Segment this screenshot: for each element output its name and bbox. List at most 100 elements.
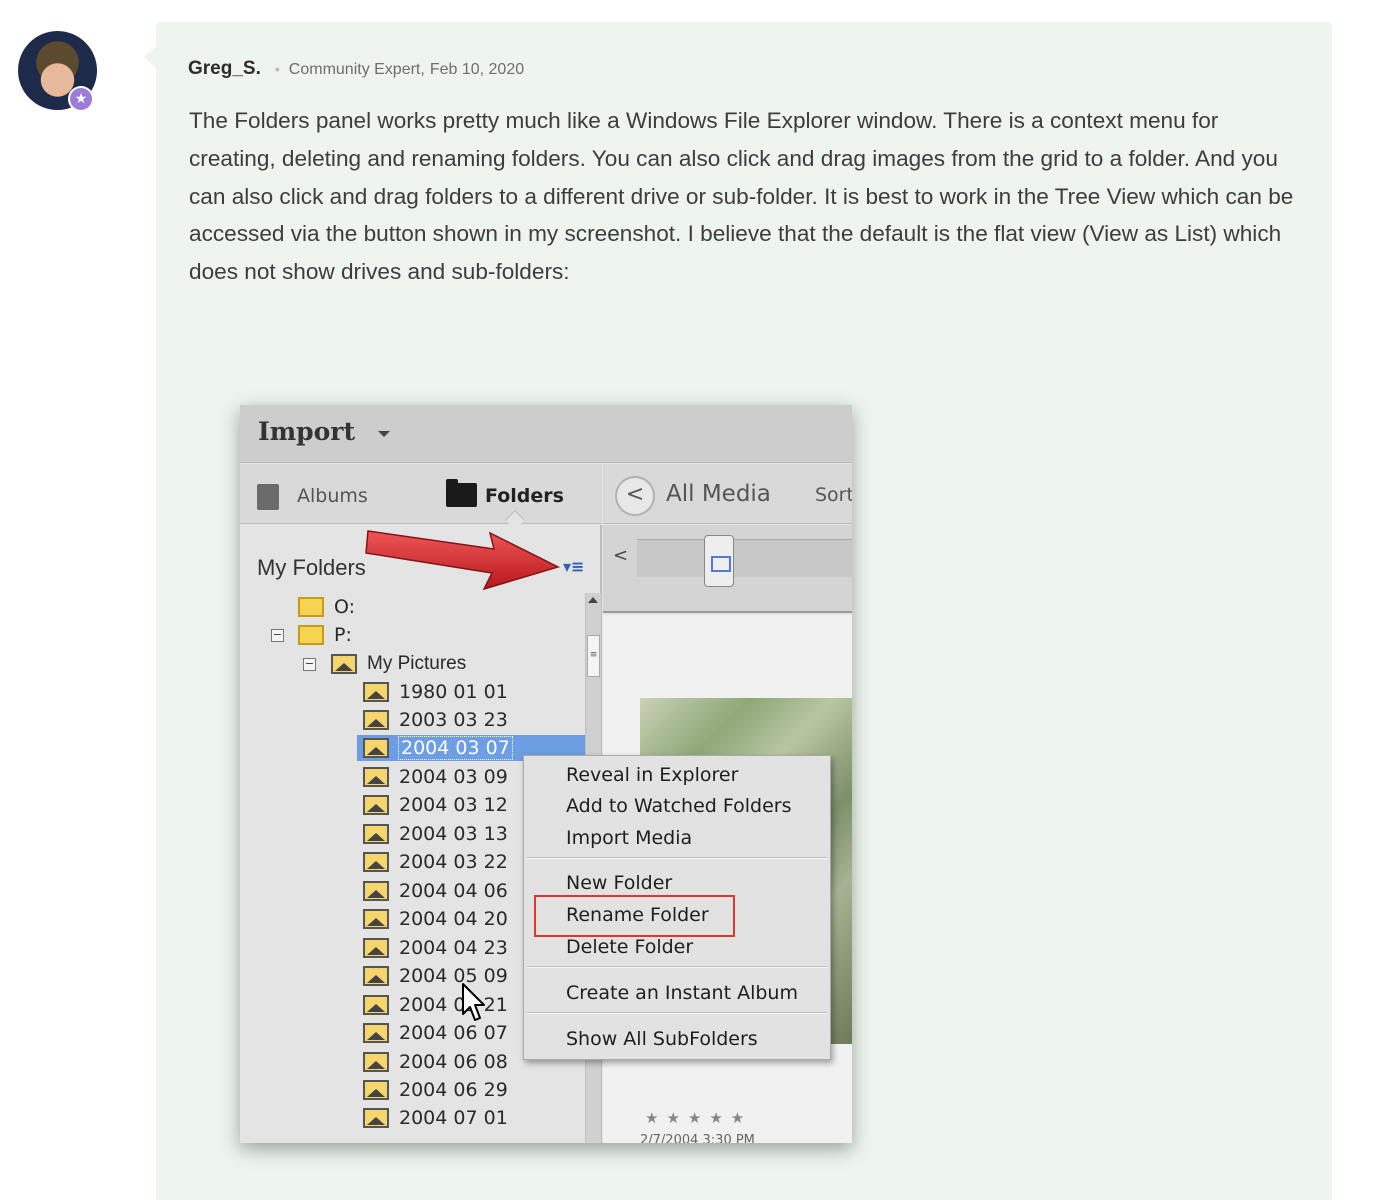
menu-item-new-folder: New Folder bbox=[566, 872, 673, 894]
folder-label: 2004 03 13 bbox=[399, 823, 508, 845]
tree-folder-row: 2004 03 13 bbox=[363, 821, 508, 847]
drive-label: P: bbox=[334, 624, 352, 646]
meta-separator: • bbox=[274, 61, 280, 77]
author-name[interactable]: Greg_S. bbox=[188, 58, 261, 80]
folder-icon bbox=[446, 479, 477, 507]
folder-label: 2004 04 23 bbox=[399, 937, 508, 959]
tree-folder-row: 2004 07 01 bbox=[363, 1105, 508, 1131]
drive-folder-icon bbox=[298, 625, 324, 645]
zoom-thumb-icon bbox=[704, 535, 734, 587]
embedded-screenshot[interactable]: Import Albums Folders My Folders ▾≡ ≡ O:… bbox=[240, 405, 852, 1143]
drive-folder-icon bbox=[298, 597, 324, 617]
tab-folders: Folders bbox=[485, 485, 564, 507]
community-expert-badge-icon: ★ bbox=[68, 86, 94, 112]
post-pointer bbox=[144, 46, 156, 68]
folder-label: 2004 05 21 bbox=[399, 994, 508, 1016]
picture-folder-icon bbox=[363, 852, 389, 872]
folder-label: 2004 03 12 bbox=[399, 794, 508, 816]
all-media-title: All Media bbox=[666, 481, 771, 507]
tab-albums: Albums bbox=[297, 485, 368, 507]
tree-folder-row: 2004 06 29 bbox=[363, 1077, 508, 1103]
tree-drive-p: − P: bbox=[271, 622, 352, 648]
scroll-up-arrow-icon bbox=[588, 597, 598, 603]
import-title: Import bbox=[258, 417, 356, 446]
sort-label: Sort bbox=[815, 484, 852, 506]
author-role: Community Expert, bbox=[288, 61, 425, 78]
tree-folder-my-pictures: − My Pictures bbox=[303, 651, 466, 677]
menu-item-create-instant-album: Create an Instant Album bbox=[566, 982, 798, 1004]
picture-folder-icon bbox=[363, 1052, 389, 1072]
menu-item-reveal-in-explorer: Reveal in Explorer bbox=[566, 764, 739, 786]
folder-label: 2004 03 07 bbox=[398, 736, 513, 760]
picture-folder-icon bbox=[363, 1080, 389, 1100]
photo-date: 2/7/2004 3:30 PM bbox=[640, 1133, 755, 1143]
back-chevron-icon: < bbox=[615, 476, 655, 516]
folder-label: 2004 06 29 bbox=[399, 1079, 508, 1101]
post-meta: Greg_S. • Community Expert, Feb 10, 2020 bbox=[188, 58, 524, 84]
menu-item-import-media: Import Media bbox=[566, 827, 693, 849]
tree-drive-o: O: bbox=[298, 594, 355, 620]
picture-folder-icon bbox=[363, 909, 389, 929]
tree-folder-row: 2004 03 22 bbox=[363, 849, 508, 875]
menu-separator bbox=[527, 1012, 827, 1014]
context-menu: Reveal in Explorer Add to Watched Folder… bbox=[523, 755, 831, 1060]
title-bar: Import bbox=[240, 405, 852, 463]
tree-folder-row: 2004 04 20 bbox=[363, 906, 508, 932]
folder-label: 2004 04 06 bbox=[399, 880, 508, 902]
picture-folder-icon bbox=[363, 795, 389, 815]
picture-folder-icon bbox=[363, 767, 389, 787]
media-header: < All Media Sort bbox=[603, 464, 852, 524]
picture-folder-icon bbox=[331, 654, 357, 674]
tree-folder-row: 2004 03 09 bbox=[363, 764, 508, 790]
tree-folder-row: 1980 01 01 bbox=[363, 679, 508, 705]
folder-label: 2004 04 20 bbox=[399, 908, 508, 930]
collapse-icon: − bbox=[303, 656, 316, 671]
picture-folder-icon bbox=[363, 1108, 389, 1128]
zoom-slider-bar: < bbox=[603, 525, 852, 613]
picture-folder-icon bbox=[363, 938, 389, 958]
import-dropdown-caret-icon bbox=[378, 431, 390, 437]
folder-label: 2004 03 22 bbox=[399, 851, 508, 873]
folder-label: 2004 07 01 bbox=[399, 1107, 508, 1129]
annotation-arrow-icon bbox=[365, 530, 561, 591]
folder-label: 2004 03 09 bbox=[399, 766, 508, 788]
folder-label: 2003 03 23 bbox=[399, 709, 508, 731]
folder-label: 2004 05 09 bbox=[399, 965, 508, 987]
rating-stars: ★★★★★ bbox=[645, 1109, 753, 1127]
menu-item-show-all-subfolders: Show All SubFolders bbox=[566, 1028, 758, 1050]
picture-folder-icon bbox=[363, 710, 389, 730]
panel-tabs: Albums Folders bbox=[240, 464, 602, 524]
post-body: The Folders panel works pretty much like… bbox=[189, 108, 1294, 285]
picture-folder-icon bbox=[363, 738, 389, 758]
folder-label: My Pictures bbox=[367, 653, 467, 674]
picture-folder-icon bbox=[363, 682, 389, 702]
picture-folder-icon bbox=[363, 966, 389, 986]
page: ★ Greg_S. • Community Expert, Feb 10, 20… bbox=[0, 0, 1394, 1200]
scroll-thumb: ≡ bbox=[587, 635, 600, 677]
picture-folder-icon bbox=[363, 881, 389, 901]
mouse-pointer-icon bbox=[462, 983, 485, 1021]
drive-label: O: bbox=[334, 596, 356, 618]
post-date: Feb 10, 2020 bbox=[429, 61, 525, 78]
tree-folder-row: 2004 03 12 bbox=[363, 792, 508, 818]
picture-folder-icon bbox=[363, 824, 389, 844]
menu-item-delete-folder: Delete Folder bbox=[566, 936, 694, 958]
picture-folder-icon bbox=[363, 995, 389, 1015]
menu-separator bbox=[527, 857, 827, 859]
menu-separator bbox=[527, 966, 827, 968]
tree-folder-row: 2004 06 08 bbox=[363, 1049, 508, 1075]
tree-folder-row: 2003 03 23 bbox=[363, 707, 508, 733]
album-book-icon bbox=[257, 484, 279, 510]
collapse-icon: − bbox=[271, 627, 284, 642]
folder-label: 2004 06 08 bbox=[399, 1051, 508, 1073]
folder-label: 1980 01 01 bbox=[399, 681, 508, 703]
zoom-track bbox=[637, 539, 852, 577]
my-folders-title: My Folders bbox=[257, 555, 366, 580]
folder-label: 2004 06 07 bbox=[399, 1022, 508, 1044]
menu-item-add-to-watched-folders: Add to Watched Folders bbox=[566, 795, 792, 817]
picture-folder-icon bbox=[363, 1023, 389, 1043]
zoom-left-chevron-icon: < bbox=[613, 545, 629, 566]
highlight-box bbox=[534, 895, 735, 937]
tree-folder-row: 2004 04 23 bbox=[363, 935, 508, 961]
tree-folder-row: 2004 04 06 bbox=[363, 878, 508, 904]
